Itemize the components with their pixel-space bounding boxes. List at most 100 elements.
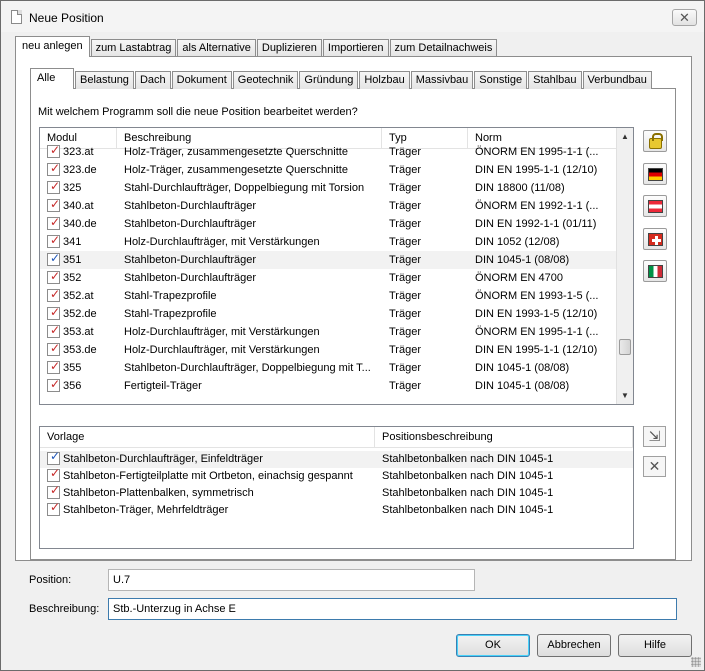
program-beschreibung: Stahlbeton-Durchlaufträger xyxy=(124,272,257,284)
program-beschreibung: Stahl-Trapezprofile xyxy=(124,308,217,320)
tab-zum-detailnachweis[interactable]: zum Detailnachweis xyxy=(389,39,498,57)
template-list[interactable]: Vorlage Positionsbeschreibung Stahlbeton… xyxy=(39,426,634,549)
program-row[interactable]: 353.de Holz-Durchlaufträger, mit Verstärk… xyxy=(40,341,633,359)
program-beschreibung: Holz-Träger, zusammengesetzte Querschnit… xyxy=(124,146,348,158)
scroll-up-icon[interactable]: ▲ xyxy=(617,128,633,145)
column-vorlage[interactable]: Vorlage xyxy=(40,427,375,447)
template-check-icon xyxy=(47,451,60,465)
program-typ: Träger xyxy=(389,380,421,392)
program-row[interactable]: 341 Holz-Durchlaufträger, mit Verstärkung… xyxy=(40,233,633,251)
template-positionsbeschreibung: Stahlbetonbalken nach DIN 1045-1 xyxy=(382,470,554,482)
tab-massivbau[interactable]: Massivbau xyxy=(410,71,474,89)
filter-italy-button[interactable] xyxy=(643,260,667,282)
program-row[interactable]: 340.de Stahlbeton-Durchlaufträger Träger DI… xyxy=(40,215,633,233)
program-norm: DIN 1045-1 (08/08) xyxy=(475,380,570,392)
scroll-thumb[interactable] xyxy=(619,339,631,355)
tab-geotechnik[interactable]: Geotechnik xyxy=(232,71,299,89)
template-check-icon xyxy=(47,468,60,482)
tab-importieren[interactable]: Importieren xyxy=(322,39,389,57)
program-typ: Träger xyxy=(389,200,421,212)
filter-germany-button[interactable] xyxy=(643,163,667,185)
template-check-icon xyxy=(47,502,60,516)
scroll-down-icon[interactable]: ▼ xyxy=(617,387,633,404)
program-norm: DIN 1045-1 (08/08) xyxy=(475,362,570,374)
filter-austria-button[interactable] xyxy=(643,195,667,217)
program-row[interactable]: 323.de Holz-Träger, zusammengesetzte Quer… xyxy=(40,161,633,179)
template-row[interactable]: Stahlbeton-Durchlaufträger, Einfeldträge… xyxy=(40,451,633,468)
program-beschreibung: Stahlbeton-Durchlaufträger xyxy=(124,200,257,212)
program-row[interactable]: 356 Fertigteil-Träger Träger DIN 1045-1 (08… xyxy=(40,377,633,395)
module-check-icon xyxy=(47,305,60,321)
tab-gruendung[interactable]: Gründung xyxy=(299,71,359,89)
beschreibung-field[interactable]: Stb.-Unterzug in Achse E xyxy=(108,598,677,620)
program-row[interactable]: 340.at Stahlbeton-Durchlaufträger Träger ÖN… xyxy=(40,197,633,215)
position-field[interactable]: U.7 xyxy=(108,569,475,591)
tab-neu-anlegen[interactable]: neu anlegen xyxy=(15,36,90,57)
template-list-header: Vorlage Positionsbeschreibung xyxy=(40,427,633,448)
program-typ: Träger xyxy=(389,290,421,302)
program-row[interactable]: 355 Stahlbeton-Durchlaufträger, Doppelbie… xyxy=(40,359,633,377)
program-row[interactable]: 323.at Holz-Träger, zusammengesetzte Quer… xyxy=(40,143,633,161)
program-modul: 323.at xyxy=(63,146,94,158)
program-row[interactable]: 325 Stahl-Durchlaufträger, Doppelbiegung … xyxy=(40,179,633,197)
program-modul: 340.at xyxy=(63,200,94,212)
help-button[interactable]: Hilfe xyxy=(618,634,692,657)
resize-grip-icon[interactable] xyxy=(691,657,701,667)
program-typ: Träger xyxy=(389,164,421,176)
tab-holzbau[interactable]: Holzbau xyxy=(359,71,410,89)
program-list[interactable]: Modul Beschreibung Typ Norm 323.atHolz-T… xyxy=(39,127,634,405)
program-row[interactable]: 351 Stahlbeton-Durchlaufträger Träger DIN 1… xyxy=(40,251,633,269)
module-check-icon xyxy=(47,233,60,249)
program-list-scrollbar[interactable]: ▲ ▼ xyxy=(616,128,633,404)
tab-als-alternative[interactable]: als Alternative xyxy=(177,39,256,57)
lock-button[interactable] xyxy=(643,130,667,152)
program-typ: Träger xyxy=(389,182,421,194)
template-vorlage: Stahlbeton-Fertigteilplatte mit Ortbeton… xyxy=(63,470,353,482)
program-row[interactable]: 353.at Holz-Durchlaufträger, mit Verstärk… xyxy=(40,323,633,341)
tab-verbundbau[interactable]: Verbundbau xyxy=(582,71,652,89)
template-row[interactable]: Stahlbeton-Träger, Mehrfeldträger Stahlbe… xyxy=(40,502,633,519)
program-modul: 341 xyxy=(63,236,82,248)
program-modul: 352.at xyxy=(63,290,94,302)
program-modul: 356 xyxy=(63,380,82,392)
program-beschreibung: Stahlbeton-Durchlaufträger, Doppelbiegun… xyxy=(124,362,371,374)
tab-duplizieren[interactable]: Duplizieren xyxy=(256,39,322,57)
filter-switzerland-button[interactable] xyxy=(643,228,667,250)
template-row[interactable]: Stahlbeton-Plattenbalken, symmetrisch Sta… xyxy=(40,485,633,502)
template-row[interactable]: Stahlbeton-Fertigteilplatte mit Ortbeton… xyxy=(40,468,633,485)
program-beschreibung: Holz-Durchlaufträger, mit Verstärkungen xyxy=(124,236,320,248)
program-beschreibung: Fertigteil-Träger xyxy=(124,380,202,392)
template-check-icon xyxy=(47,485,60,499)
program-question: Mit welchem Programm soll die neue Posit… xyxy=(38,106,358,118)
module-check-icon xyxy=(47,377,60,393)
tab-alle[interactable]: Alle xyxy=(30,68,74,89)
program-row[interactable]: 352 Stahlbeton-Durchlaufträger Träger ÖNORM… xyxy=(40,269,633,287)
program-beschreibung: Stahlbeton-Durchlaufträger xyxy=(124,218,257,230)
program-modul: 323.de xyxy=(63,164,97,176)
close-button[interactable]: ✕ xyxy=(672,9,697,26)
program-norm: DIN EN 1995-1-1 (12/10) xyxy=(475,344,598,356)
template-export-button[interactable]: ⇲ xyxy=(643,426,666,447)
tab-dokument[interactable]: Dokument xyxy=(171,71,232,89)
tab-stahlbau[interactable]: Stahlbau xyxy=(528,71,582,89)
module-check-icon xyxy=(47,269,60,285)
program-row[interactable]: 352.de Stahl-Trapezprofile Träger DIN EN 19… xyxy=(40,305,633,323)
column-positionsbeschreibung[interactable]: Positionsbeschreibung xyxy=(375,427,633,447)
program-typ: Träger xyxy=(389,326,421,338)
cancel-button[interactable]: Abbrechen xyxy=(537,634,611,657)
flag-italy-icon xyxy=(648,265,663,278)
module-check-icon xyxy=(47,359,60,375)
program-typ: Träger xyxy=(389,362,421,374)
tab-belastung[interactable]: Belastung xyxy=(75,71,134,89)
program-typ: Träger xyxy=(389,236,421,248)
template-delete-button[interactable]: ✕ xyxy=(643,456,666,477)
tab-dach[interactable]: Dach xyxy=(134,71,171,89)
program-modul: 340.de xyxy=(63,218,97,230)
program-row[interactable]: 352.at Stahl-Trapezprofile Träger ÖNORM EN … xyxy=(40,287,633,305)
ok-button[interactable]: OK xyxy=(456,634,530,657)
tab-zum-lastabtrag[interactable]: zum Lastabtrag xyxy=(90,39,177,57)
flag-germany-icon xyxy=(648,168,663,181)
program-beschreibung: Stahlbeton-Durchlaufträger xyxy=(124,254,257,266)
tab-sonstige[interactable]: Sonstige xyxy=(474,71,528,89)
window-title: Neue Position xyxy=(29,11,104,25)
